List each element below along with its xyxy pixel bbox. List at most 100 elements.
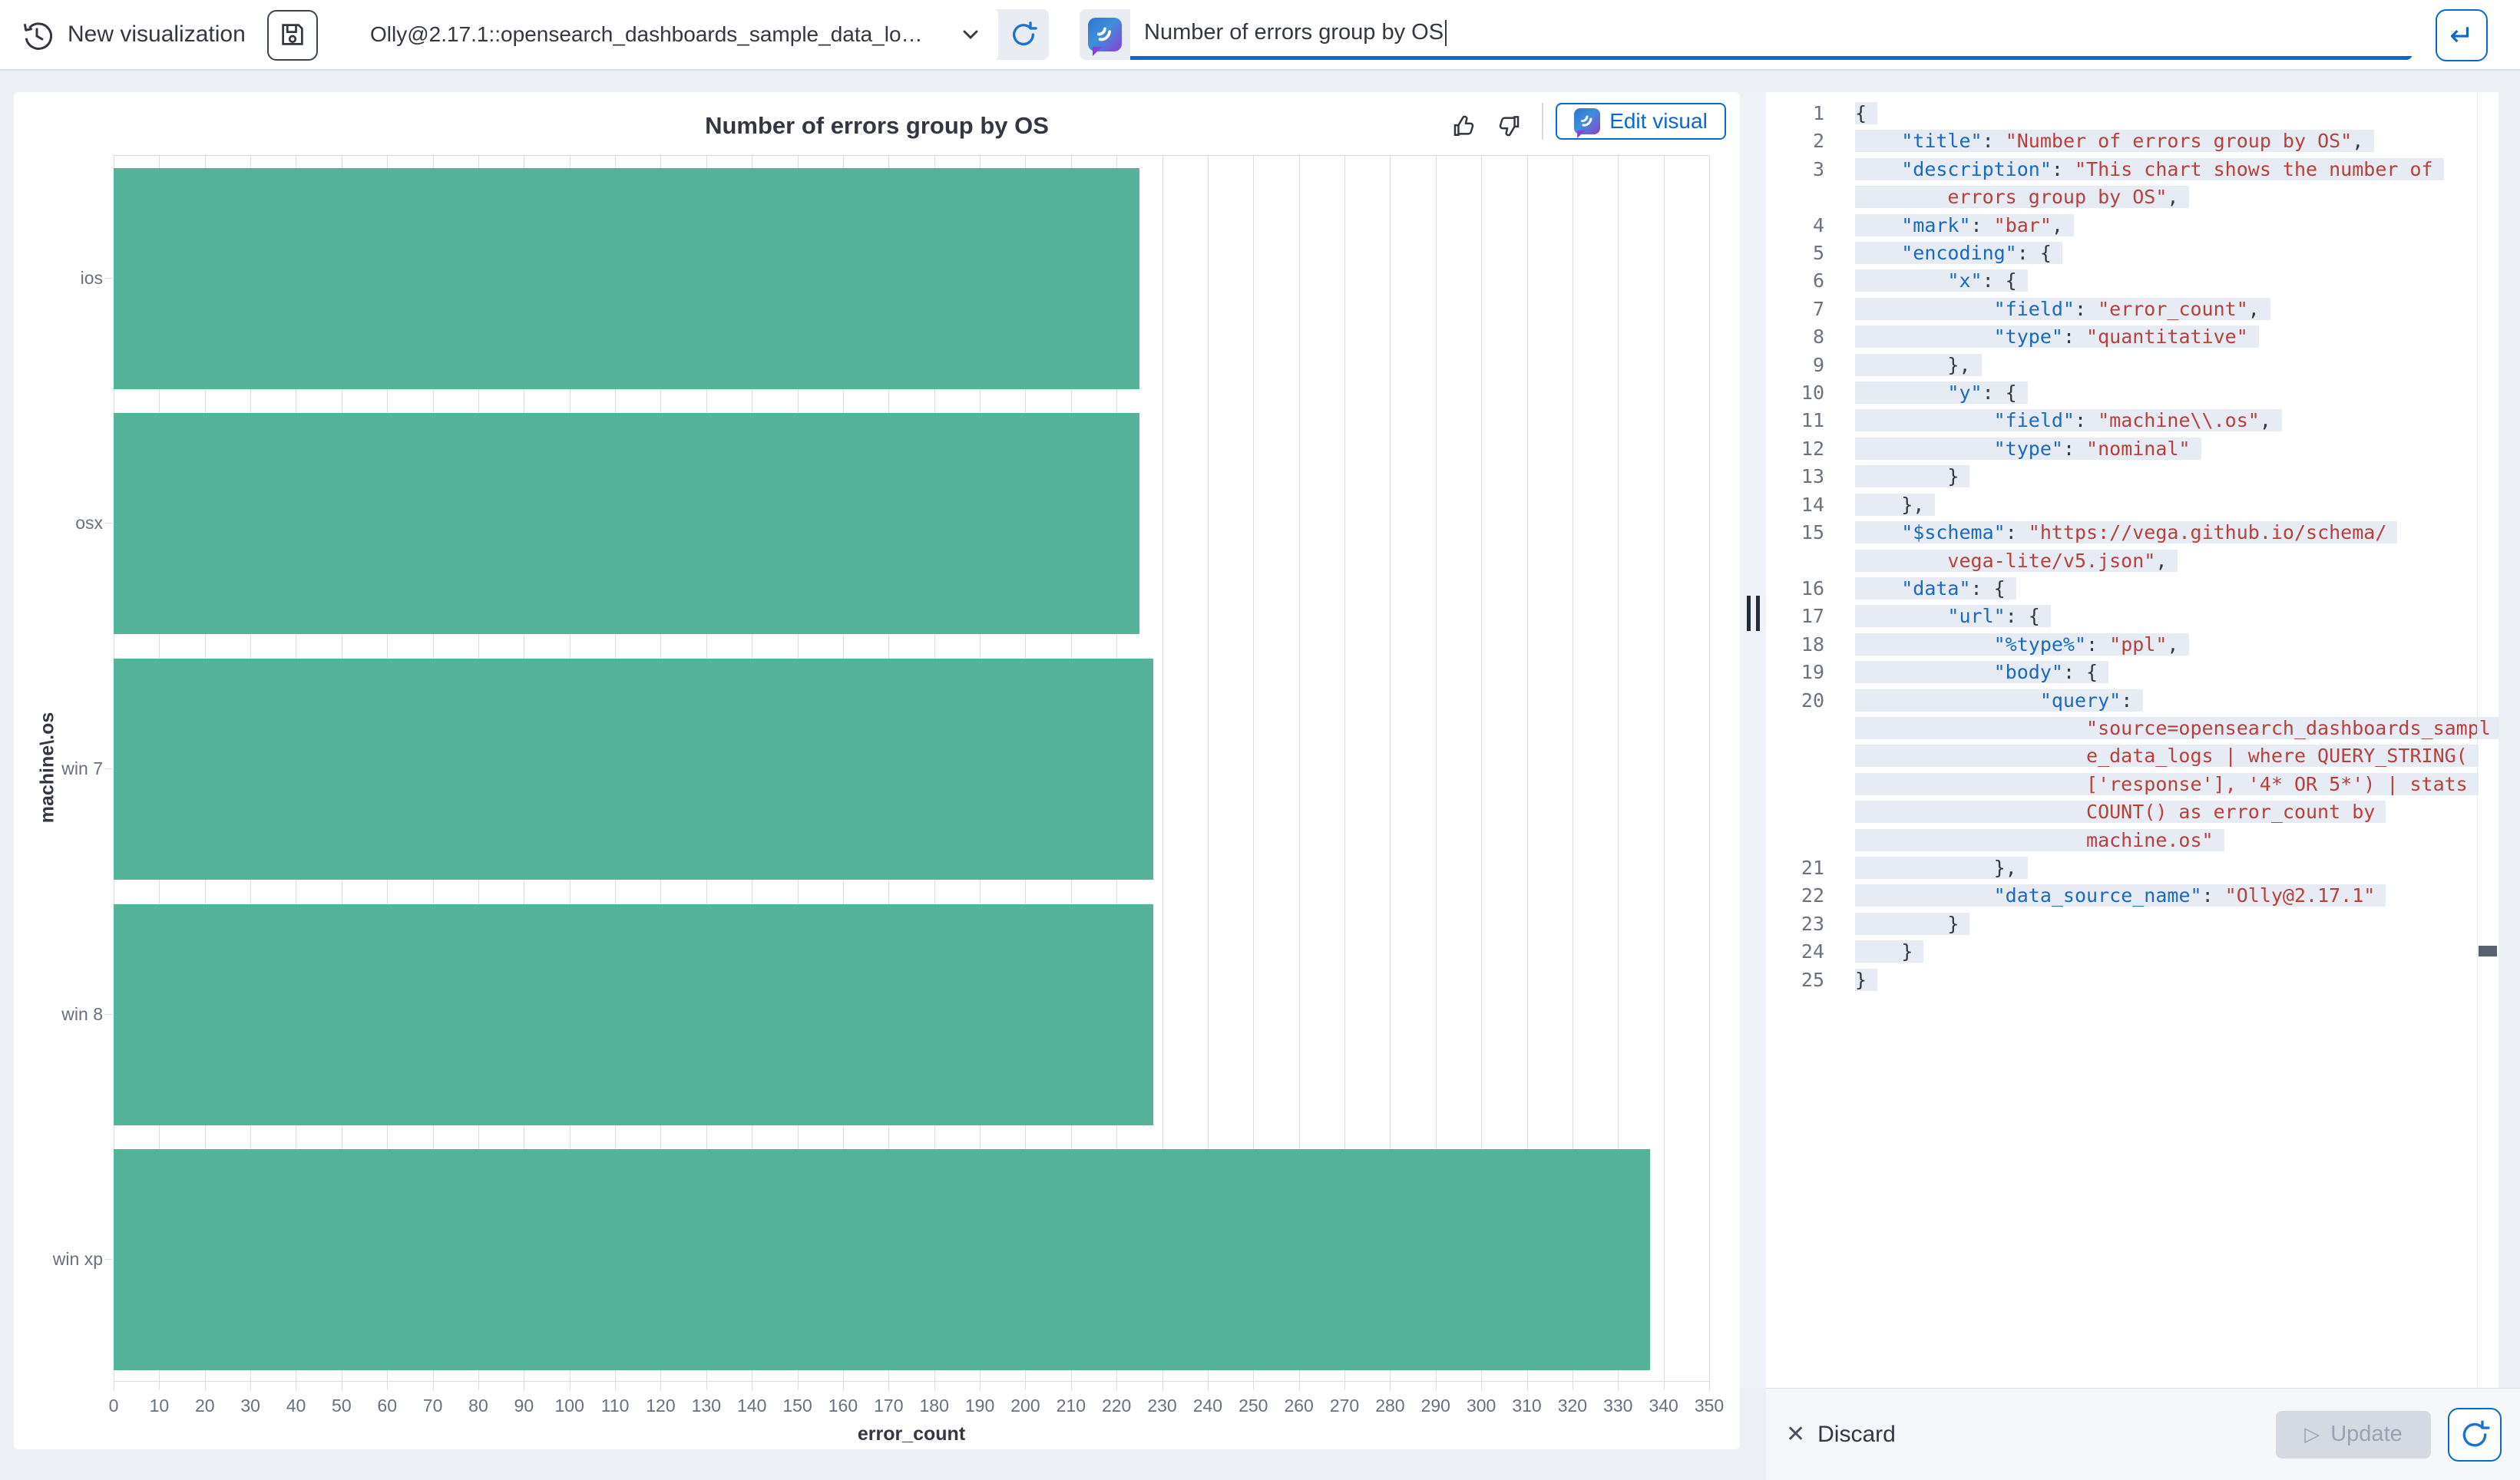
code-line[interactable]: 14 }, bbox=[1766, 491, 2477, 519]
line-number bbox=[1766, 547, 1824, 575]
thumbs-down-icon[interactable] bbox=[1493, 111, 1523, 141]
line-number: 4 bbox=[1766, 212, 1824, 240]
discard-button[interactable]: ✕ Discard bbox=[1786, 1421, 1896, 1448]
code-line[interactable]: 8 "type": "quantitative" bbox=[1766, 323, 2477, 351]
code-line[interactable]: 15 "$schema": "https://vega.github.io/sc… bbox=[1766, 519, 2477, 547]
submit-query-button[interactable]: ↵ bbox=[2436, 9, 2488, 61]
line-number: 20 bbox=[1766, 687, 1824, 715]
x-tick-mark bbox=[1071, 1381, 1072, 1390]
line-number bbox=[1766, 771, 1824, 798]
edit-visual-label: Edit visual bbox=[1609, 109, 1708, 134]
datasource-refresh-icon[interactable] bbox=[998, 9, 1049, 60]
line-number: 18 bbox=[1766, 631, 1824, 659]
vega-spec-editor[interactable]: 1{2 "title": "Number of errors group by … bbox=[1766, 92, 2499, 1388]
code-line[interactable]: machine.os" bbox=[1766, 827, 2477, 854]
x-tick-mark bbox=[1253, 1381, 1254, 1390]
line-number: 23 bbox=[1766, 910, 1824, 938]
x-tick-mark bbox=[615, 1381, 616, 1390]
editor-scrollbar-thumb[interactable] bbox=[2479, 946, 2497, 956]
y-tick-label: win 8 bbox=[61, 1004, 103, 1025]
update-button[interactable]: ▷ Update bbox=[2276, 1411, 2431, 1459]
line-number: 2 bbox=[1766, 127, 1824, 155]
code-line[interactable]: 25} bbox=[1766, 966, 2477, 994]
line-number: 22 bbox=[1766, 882, 1824, 910]
close-icon: ✕ bbox=[1786, 1421, 1805, 1448]
line-number: 10 bbox=[1766, 379, 1824, 407]
assistant-query-input[interactable]: Number of errors group by OS bbox=[1130, 9, 2413, 60]
x-tick-mark bbox=[1664, 1381, 1665, 1390]
code-line[interactable]: 20 "query": bbox=[1766, 687, 2477, 715]
x-tick-mark bbox=[1436, 1381, 1437, 1390]
x-tick-mark bbox=[387, 1381, 388, 1390]
x-tick-label: 350 bbox=[1678, 1396, 1740, 1416]
code-line[interactable]: 12 "type": "nominal" bbox=[1766, 435, 2477, 463]
datasource-select[interactable]: Olly@2.17.1::opensearch_dashboards_sampl… bbox=[352, 9, 998, 60]
code-line[interactable]: 16 "data": { bbox=[1766, 575, 2477, 603]
code-line[interactable]: 7 "field": "error_count", bbox=[1766, 296, 2477, 323]
code-line[interactable]: ['response'], '4* OR 5*') | stats bbox=[1766, 771, 2477, 798]
bar-win-8 bbox=[114, 904, 1153, 1125]
x-tick-mark bbox=[934, 1381, 935, 1390]
code-line[interactable]: 18 "%type%": "ppl", bbox=[1766, 631, 2477, 659]
save-icon bbox=[279, 21, 306, 51]
code-line[interactable]: 9 }, bbox=[1766, 352, 2477, 379]
x-tick-mark bbox=[1116, 1381, 1117, 1390]
code-line[interactable]: 22 "data_source_name": "Olly@2.17.1" bbox=[1766, 882, 2477, 910]
code-line[interactable]: 13 } bbox=[1766, 463, 2477, 491]
code-lines: 1{2 "title": "Number of errors group by … bbox=[1766, 100, 2477, 994]
x-tick-mark bbox=[1208, 1381, 1209, 1390]
feedback-controls bbox=[1450, 111, 1523, 141]
save-button[interactable] bbox=[267, 10, 318, 61]
refresh-preview-button[interactable] bbox=[2448, 1408, 2502, 1462]
code-line[interactable]: 6 "x": { bbox=[1766, 267, 2477, 295]
chevron-down-icon bbox=[958, 22, 983, 47]
y-tick-label: win xp bbox=[53, 1249, 103, 1270]
editor-scrollbar-track bbox=[2477, 92, 2478, 1388]
line-number: 15 bbox=[1766, 519, 1824, 547]
panel-resizer[interactable] bbox=[1740, 92, 1766, 1388]
line-number: 1 bbox=[1766, 100, 1824, 127]
code-line[interactable]: vega-lite/v5.json", bbox=[1766, 547, 2477, 575]
code-line[interactable]: 1{ bbox=[1766, 100, 2477, 127]
thumbs-up-icon[interactable] bbox=[1450, 111, 1480, 141]
history-icon[interactable] bbox=[21, 20, 52, 51]
edit-visual-button[interactable]: Edit visual bbox=[1556, 103, 1726, 140]
x-tick-mark bbox=[433, 1381, 434, 1390]
code-line[interactable]: 10 "y": { bbox=[1766, 379, 2477, 407]
text-cursor bbox=[1445, 20, 1447, 46]
play-icon: ▷ bbox=[2304, 1422, 2320, 1446]
line-number bbox=[1766, 827, 1824, 854]
code-line[interactable]: 3 "description": "This chart shows the n… bbox=[1766, 156, 2477, 183]
code-line[interactable]: 5 "encoding": { bbox=[1766, 240, 2477, 267]
toolbar-divider bbox=[1542, 103, 1543, 140]
code-line[interactable]: COUNT() as error_count by bbox=[1766, 798, 2477, 826]
code-line[interactable]: 2 "title": "Number of errors group by OS… bbox=[1766, 127, 2477, 155]
bar-win-xp bbox=[114, 1149, 1650, 1370]
code-line[interactable]: 19 "body": { bbox=[1766, 659, 2477, 686]
return-arrow-icon: ↵ bbox=[2449, 18, 2474, 53]
code-line[interactable]: e_data_logs | where QUERY_STRING( bbox=[1766, 742, 2477, 770]
discard-label: Discard bbox=[1817, 1422, 1896, 1448]
code-line[interactable]: 21 }, bbox=[1766, 854, 2477, 882]
bar-osx bbox=[114, 413, 1139, 634]
code-line[interactable]: 17 "url": { bbox=[1766, 603, 2477, 630]
code-line[interactable]: "source=opensearch_dashboards_sampl bbox=[1766, 715, 2477, 742]
line-number: 21 bbox=[1766, 854, 1824, 882]
x-tick-mark bbox=[1390, 1381, 1391, 1390]
x-tick-mark bbox=[888, 1381, 889, 1390]
assistant-icon bbox=[1574, 108, 1600, 134]
code-line[interactable]: errors group by OS", bbox=[1766, 183, 2477, 211]
y-tick-mark bbox=[104, 1014, 112, 1015]
page-title: New visualization bbox=[68, 0, 246, 69]
code-line[interactable]: 11 "field": "machine\\.os", bbox=[1766, 407, 2477, 434]
top-toolbar: New visualization Olly@2.17.1::opensearc… bbox=[0, 0, 2520, 71]
code-line[interactable]: 4 "mark": "bar", bbox=[1766, 212, 2477, 240]
line-number: 12 bbox=[1766, 435, 1824, 463]
code-line[interactable]: 24 } bbox=[1766, 938, 2477, 966]
x-tick-mark bbox=[660, 1381, 661, 1390]
code-line[interactable]: 23 } bbox=[1766, 910, 2477, 938]
y-tick-label: win 7 bbox=[61, 758, 103, 779]
line-number: 3 bbox=[1766, 156, 1824, 183]
opensearch-visualization-editor: New visualization Olly@2.17.1::opensearc… bbox=[0, 0, 2520, 1480]
bar-win-7 bbox=[114, 659, 1153, 880]
